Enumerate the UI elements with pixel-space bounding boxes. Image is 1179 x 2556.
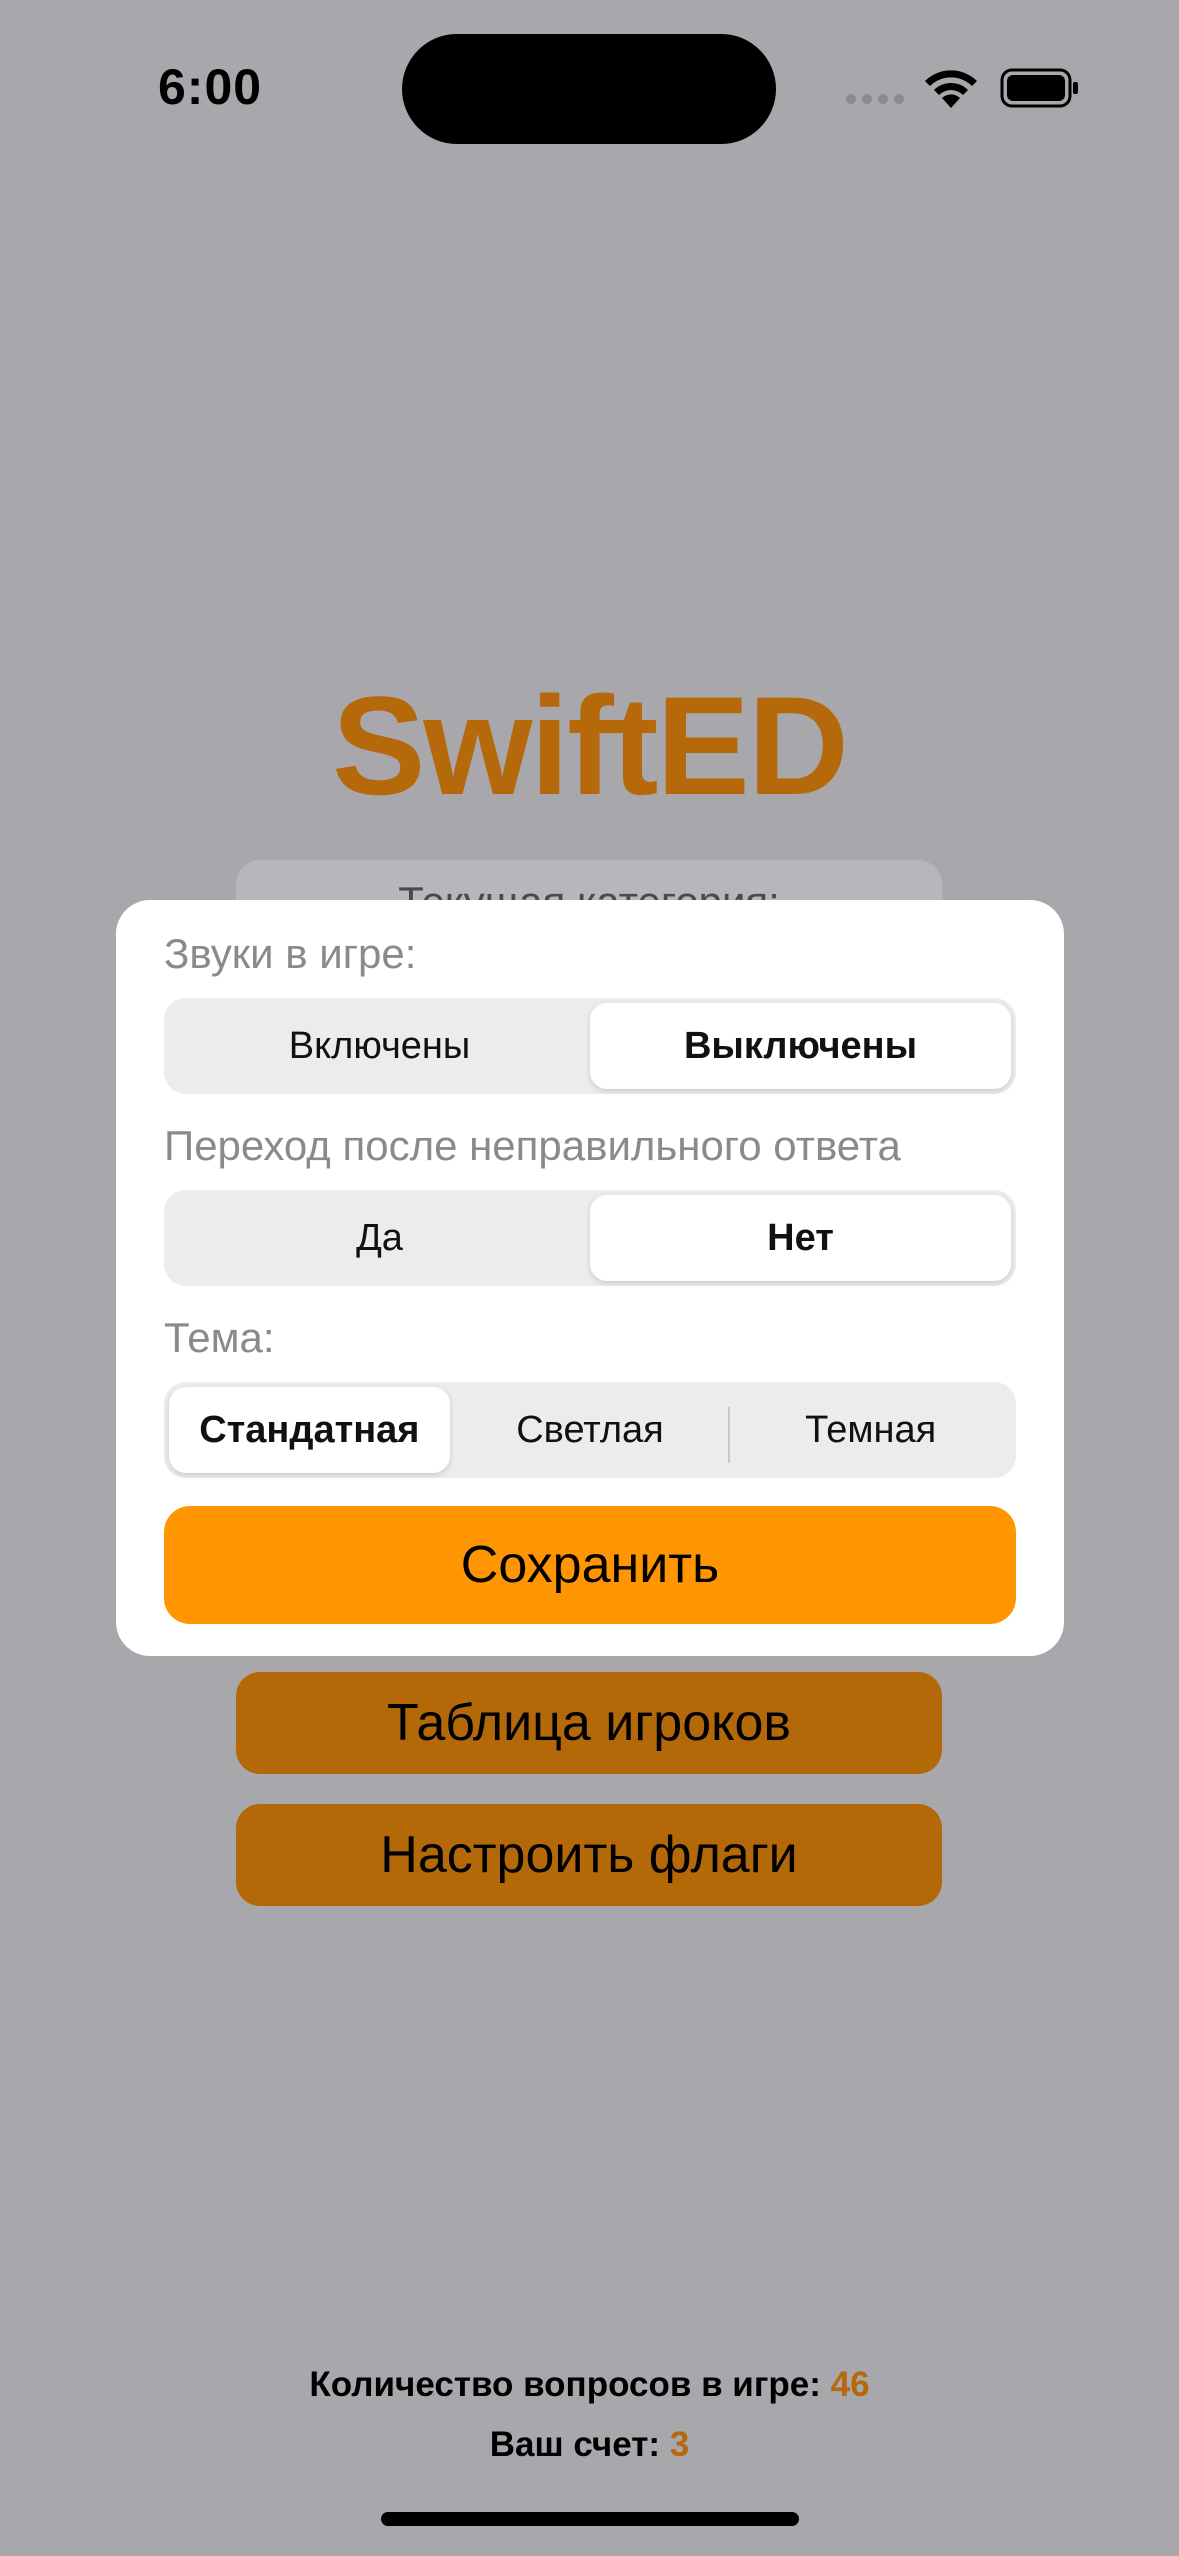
theme-standard-segment[interactable]: Стандатная [169,1387,450,1473]
configure-flags-button[interactable]: Настроить флаги [236,1804,942,1906]
sounds-segmented-control: Включены Выключены [164,998,1016,1094]
theme-light-label: Светлая [516,1408,664,1451]
home-indicator [381,2512,799,2526]
transition-segmented-control: Да Нет [164,1190,1016,1286]
sounds-off-segment[interactable]: Выключены [590,1003,1011,1089]
sounds-on-segment[interactable]: Включены [169,1003,590,1089]
players-table-button[interactable]: Таблица игроков [236,1672,942,1774]
transition-no-segment[interactable]: Нет [590,1195,1011,1281]
transition-label: Переход после неправильного ответа [164,1122,901,1169]
app-title: SwiftED [332,667,849,824]
theme-dark-segment[interactable]: Темная [730,1387,1011,1473]
questions-count-label: Количество вопросов в игре: [309,2365,831,2404]
score-value: 3 [669,2425,690,2464]
status-time: 6:00 [158,59,263,115]
dynamic-island [402,34,776,144]
signal-dots-icon [846,94,904,104]
theme-label: Тема: [164,1314,275,1361]
save-button[interactable]: Сохранить [164,1506,1016,1624]
theme-segmented-control: Стандатная Светлая Темная [164,1382,1016,1478]
wifi-icon [925,70,977,108]
sounds-label: Звуки в игре: [164,930,417,977]
settings-modal: Звуки в игре: Включены Выключены Переход… [116,900,1064,1656]
score-label: Ваш счет: [489,2425,670,2464]
battery-icon [1000,68,1078,108]
questions-count-line: Количество вопросов в игре: 46 [0,2365,1179,2405]
questions-count-value: 46 [830,2365,870,2404]
theme-light-segment[interactable]: Светлая [450,1387,731,1473]
score-line: Ваш счет: 3 [0,2425,1179,2465]
transition-yes-segment[interactable]: Да [169,1195,590,1281]
